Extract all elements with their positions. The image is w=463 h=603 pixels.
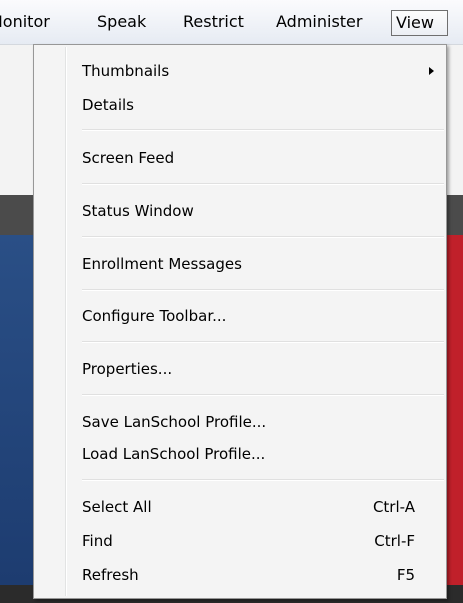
menu-monitor[interactable]: Monitor: [0, 10, 54, 36]
view-menu-dropdown: Thumbnails Details Screen Feed Status Wi…: [33, 44, 447, 599]
menu-separator: [82, 129, 444, 131]
menu-item-configure-toolbar[interactable]: Configure Toolbar...: [67, 303, 446, 329]
menu-item-refresh[interactable]: Refresh F5: [67, 562, 446, 588]
menu-item-label: Refresh: [82, 566, 139, 584]
menu-separator: [82, 236, 444, 238]
menu-item-label: Enrollment Messages: [82, 255, 242, 273]
menu-item-shortcut: Ctrl-F: [374, 532, 415, 550]
menu-item-label: Thumbnails: [82, 62, 170, 80]
menu-item-label: Screen Feed: [82, 149, 175, 167]
background-toolbar-left: [0, 195, 33, 235]
menu-item-label: Configure Toolbar...: [82, 307, 227, 325]
menu-item-label: Status Window: [82, 202, 194, 220]
menu-item-thumbnails[interactable]: Thumbnails: [67, 58, 446, 84]
menu-separator: [82, 341, 444, 343]
submenu-arrow-icon: [429, 67, 434, 75]
menu-item-screen-feed[interactable]: Screen Feed: [67, 145, 446, 171]
background-thumbnail-left: [0, 235, 33, 585]
menu-item-label: Find: [82, 532, 113, 550]
menu-separator: [82, 394, 444, 396]
menu-item-properties[interactable]: Properties...: [67, 356, 446, 382]
menu-item-details[interactable]: Details: [67, 92, 446, 118]
menu-separator: [82, 183, 444, 185]
menu-item-label: Load LanSchool Profile...: [82, 445, 266, 463]
menu-item-label: Details: [82, 96, 135, 114]
menu-item-shortcut: Ctrl-A: [372, 498, 415, 516]
menu-view[interactable]: View: [391, 10, 448, 36]
menu-restrict[interactable]: Restrict: [179, 10, 248, 36]
menu-speak[interactable]: Speak: [93, 10, 150, 36]
menu-item-load-profile[interactable]: Load LanSchool Profile...: [67, 441, 446, 467]
menu-item-enrollment-messages[interactable]: Enrollment Messages: [67, 251, 446, 277]
menu-item-status-window[interactable]: Status Window: [67, 198, 446, 224]
menu-item-find[interactable]: Find Ctrl-F: [67, 528, 446, 554]
menu-item-select-all[interactable]: Select All Ctrl-A: [67, 494, 446, 520]
background-thumbnail-right: [447, 235, 463, 585]
menu-item-label: Save LanSchool Profile...: [82, 413, 267, 431]
menu-separator: [82, 479, 444, 481]
menu-bar: Monitor Speak Restrict Administer View: [0, 0, 463, 45]
menu-item-label: Properties...: [82, 360, 173, 378]
menu-item-save-profile[interactable]: Save LanSchool Profile...: [67, 409, 446, 435]
menu-administer[interactable]: Administer: [272, 10, 366, 36]
menu-item-label: Select All: [82, 498, 152, 516]
background-toolbar-right: [447, 195, 463, 235]
menu-item-shortcut: F5: [396, 566, 415, 584]
menu-separator: [82, 289, 444, 291]
